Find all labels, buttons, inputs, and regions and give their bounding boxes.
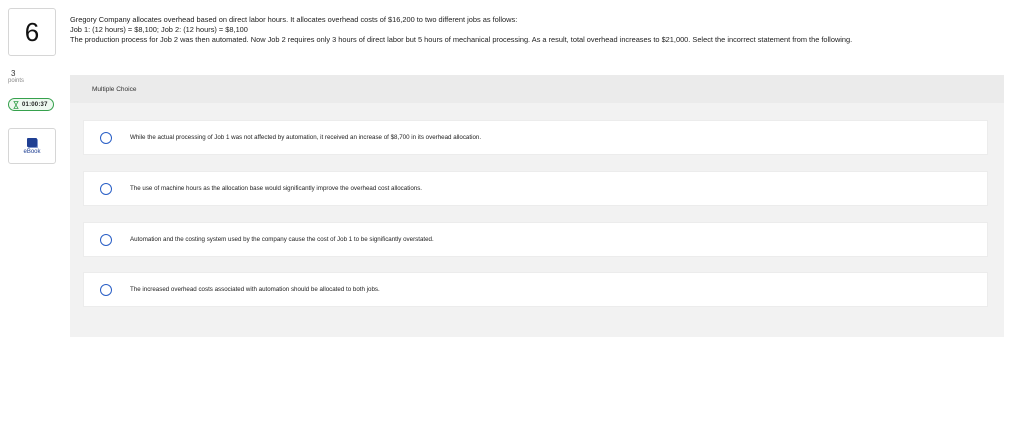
radio-button[interactable] (100, 183, 112, 195)
question-text: Gregory Company allocates overhead based… (70, 15, 1010, 45)
answer-option-2[interactable]: The use of machine hours as the allocati… (83, 171, 988, 206)
answer-panel-header: Multiple Choice (70, 75, 1004, 103)
question-line-3: The production process for Job 2 was the… (70, 35, 853, 44)
answer-option-text: While the actual processing of Job 1 was… (130, 134, 482, 141)
answer-option-1[interactable]: While the actual processing of Job 1 was… (83, 120, 988, 155)
question-line-2: Job 1: (12 hours) = $8,100; Job 2: (12 h… (70, 25, 248, 34)
question-number: 6 (24, 16, 40, 47)
points-value: 3 (11, 69, 16, 78)
timer-text: 01:00:37 (22, 101, 48, 108)
multiple-choice-title: Multiple Choice (92, 86, 137, 93)
radio-button[interactable] (100, 132, 112, 144)
answer-option-4[interactable]: The increased overhead costs associated … (83, 272, 988, 307)
question-number-box: 6 (8, 8, 56, 56)
question-line-1: Gregory Company allocates overhead based… (70, 15, 518, 24)
timer-badge: 01:00:37 (8, 98, 54, 111)
ebook-button[interactable]: eBook (8, 128, 56, 164)
hourglass-icon (13, 100, 19, 109)
radio-button[interactable] (100, 284, 112, 296)
answer-panel: Multiple Choice While the actual process… (70, 75, 1004, 337)
ebook-label: eBook (23, 148, 41, 155)
answer-option-3[interactable]: Automation and the costing system used b… (83, 222, 988, 257)
answer-option-text: Automation and the costing system used b… (130, 236, 434, 243)
points-label: points (8, 78, 25, 84)
radio-button[interactable] (100, 234, 112, 246)
answer-option-text: The use of machine hours as the allocati… (130, 185, 423, 192)
book-icon (27, 137, 37, 147)
answer-option-text: The increased overhead costs associated … (130, 286, 380, 293)
